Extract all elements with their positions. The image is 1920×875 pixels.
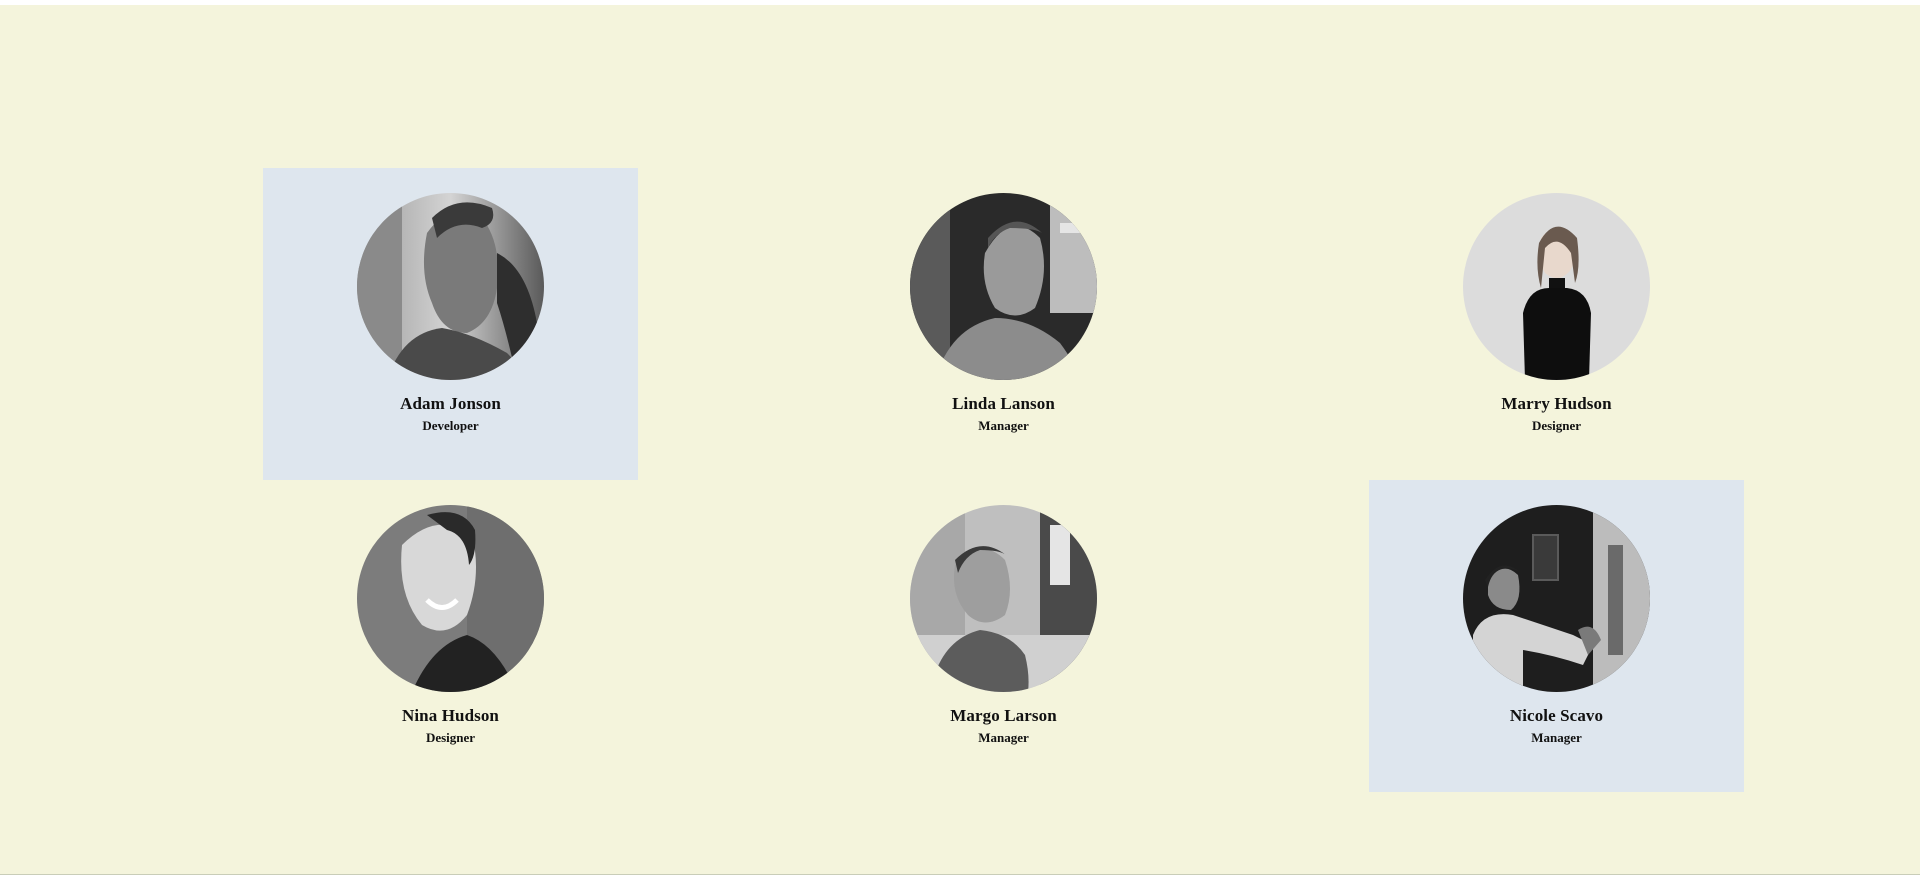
team-card[interactable]: Margo Larson Manager [816,480,1191,792]
team-card[interactable]: Linda Lanson Manager [816,168,1191,480]
avatar [910,505,1097,692]
portrait-photo-icon [1463,193,1650,380]
page-background: Adam Jonson Developer Linda Lanson Manag… [0,5,1920,875]
avatar [357,505,544,692]
member-role: Developer [422,418,479,433]
member-name: Nicole Scavo [1509,706,1604,725]
team-grid: Adam Jonson Developer Linda Lanson Manag… [263,168,1744,792]
member-name: Nina Hudson [401,706,499,725]
member-role: Designer [425,730,476,745]
member-role: Manager [978,418,1029,433]
team-card[interactable]: Marry Hudson Designer [1369,168,1744,480]
member-name: Marry Hudson [1501,394,1612,413]
avatar [1463,193,1650,380]
portrait-photo-icon [357,505,544,692]
member-name: Adam Jonson [400,394,501,413]
portrait-photo-icon [910,193,1097,380]
portrait-photo-icon [357,193,544,380]
avatar [1463,505,1650,692]
member-name: Margo Larson [950,706,1057,725]
team-card[interactable]: Adam Jonson Developer [263,168,638,480]
avatar [910,193,1097,380]
team-card[interactable]: Nina Hudson Designer [263,480,638,792]
member-role: Manager [978,730,1029,745]
avatar [357,193,544,380]
member-role: Manager [1531,730,1582,745]
member-name: Linda Lanson [952,394,1055,413]
portrait-photo-icon [1463,505,1650,692]
team-card[interactable]: Nicole Scavo Manager [1369,480,1744,792]
member-role: Designer [1531,418,1582,433]
portrait-photo-icon [910,505,1097,692]
